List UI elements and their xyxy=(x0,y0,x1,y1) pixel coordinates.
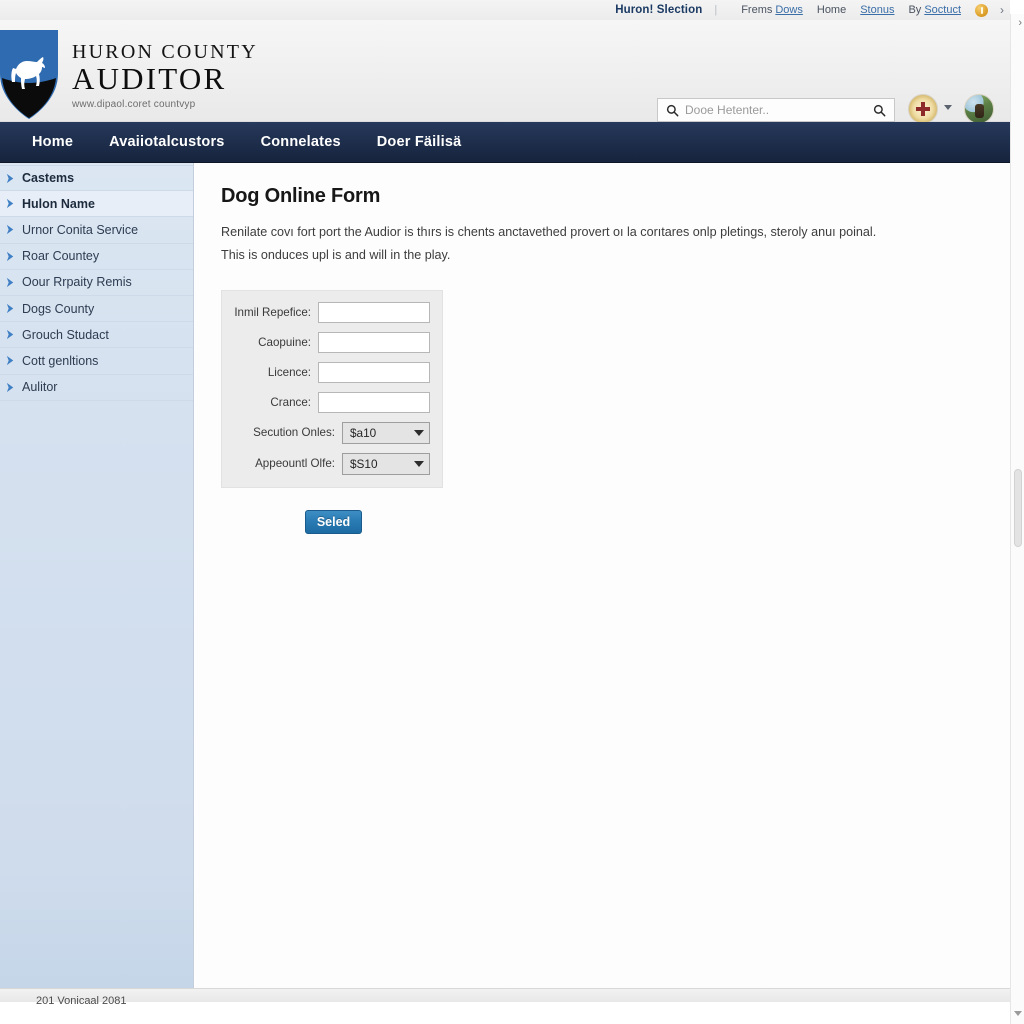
sidebar-item-2-label: Urnor Conita Service xyxy=(22,222,139,237)
form-select-0[interactable]: $a10 xyxy=(342,421,430,444)
form-row-1: Caopuine: xyxy=(234,331,430,353)
intro-paragraph-2: This is onduces upl is and will in the p… xyxy=(221,248,451,263)
chevron-right-icon[interactable]: › xyxy=(1018,18,1022,29)
main-navigation: Home Avaiiotalcustors Connelates Doer Fä… xyxy=(0,122,1010,163)
county-seal-avatar[interactable] xyxy=(908,94,938,124)
sidebar-item-1[interactable]: Hulon Name xyxy=(0,191,193,218)
form-row-3: Crance: xyxy=(234,391,430,413)
sidebar-item-7-label: Cott genltions xyxy=(22,353,99,368)
form-select-label-1: Appeountl Olfe: xyxy=(255,457,335,471)
brand-line-2: AUDITOR xyxy=(72,61,227,96)
chevron-right-icon[interactable]: › xyxy=(1000,4,1004,16)
form-select-1[interactable]: $S10 xyxy=(342,452,430,475)
sidebar-item-0[interactable]: Castems xyxy=(0,165,193,192)
form-row-0: Inmil Repefice: xyxy=(234,301,430,323)
browser-page: Huron! Slection | Frems Dows Home Stonus… xyxy=(0,0,1024,1024)
form-select-label-0: Secution Onles: xyxy=(253,426,335,440)
form-select-0-value: $a10 xyxy=(350,425,377,440)
masthead: HURON COUNTY AUDITOR www.dipaol.coret co… xyxy=(0,20,1010,124)
utility-link-4[interactable]: Soctuct xyxy=(924,4,961,16)
user-avatar[interactable] xyxy=(964,94,994,124)
form-input-3[interactable] xyxy=(318,391,430,413)
brand-block: HURON COUNTY AUDITOR www.dipaol.coret co… xyxy=(72,42,258,110)
utility-site-name: Huron! Slection xyxy=(615,4,703,16)
submit-button[interactable]: Seled xyxy=(305,509,362,534)
sidebar-item-7[interactable]: Cott genltions xyxy=(0,348,193,375)
arrow-right-icon xyxy=(4,354,17,367)
content-inner: Dog Online Form Renilate covı fort port … xyxy=(195,163,1010,534)
utility-link-1[interactable]: Dows xyxy=(775,4,803,16)
chevron-down-icon xyxy=(414,429,424,436)
dog-license-form: Inmil Repefice: Caopuine: Licence: Cranc… xyxy=(221,289,443,488)
chevron-down-icon xyxy=(414,460,424,467)
form-input-0[interactable] xyxy=(318,301,430,323)
arrow-right-icon xyxy=(4,197,17,210)
utility-link-4-prefix: By xyxy=(908,4,922,16)
form-row-select-0: Secution Onles: $a10 xyxy=(234,421,430,444)
form-label-2: Licence: xyxy=(267,365,311,379)
form-row-select-1: Appeountl Olfe: $S10 xyxy=(234,452,430,475)
page-scrollbar[interactable]: › xyxy=(1010,14,1024,1024)
search-submit-icon[interactable] xyxy=(873,104,886,117)
utility-separator: | xyxy=(714,4,718,16)
utility-link-group-3: Stonus xyxy=(860,4,894,16)
brand-website-url: www.dipaol.coret countvyp xyxy=(72,98,196,110)
sidebar-item-5[interactable]: Dogs County xyxy=(0,296,193,323)
form-input-2[interactable] xyxy=(318,361,430,383)
form-label-0: Inmil Repefice: xyxy=(234,305,311,319)
footer-strip xyxy=(0,988,1010,1002)
arrow-right-icon xyxy=(4,381,17,394)
arrow-right-icon xyxy=(4,302,17,315)
sidebar-item-3[interactable]: Roar Countey xyxy=(0,244,193,270)
search-bar[interactable] xyxy=(657,98,895,122)
arrow-right-icon xyxy=(4,250,17,263)
sidebar-item-8-label: Aulitor xyxy=(22,380,58,395)
sidebar-item-3-label: Roar Countey xyxy=(22,249,100,264)
search-icon xyxy=(666,104,679,116)
scroll-thumb[interactable] xyxy=(1014,469,1022,547)
utility-link-home[interactable]: Home xyxy=(817,4,846,16)
utility-bar: Huron! Slection | Frems Dows Home Stonus… xyxy=(0,0,1010,20)
sidebar-item-4[interactable]: Oour Rrpaity Remis xyxy=(0,270,193,296)
utility-link-group-1: Frems Dows xyxy=(741,4,803,16)
intro-paragraph-1: Renilate covı fort port the Audior is th… xyxy=(221,225,877,239)
form-label-1: Caopuine: xyxy=(258,335,311,349)
sidebar-item-1-label: Hulon Name xyxy=(22,196,95,211)
form-label-3: Crance: xyxy=(270,395,311,409)
utility-link-1-prefix: Frems xyxy=(741,4,773,16)
nav-item-4[interactable]: Doer Fäilisä xyxy=(359,122,480,163)
shield-dog-logo-icon[interactable] xyxy=(0,28,62,122)
seal-cross-icon xyxy=(916,102,930,116)
footer-copyright: 201 Vonicaal 2081 xyxy=(36,995,127,1007)
sidebar-item-8[interactable]: Aulitor xyxy=(0,375,193,401)
chevron-down-icon[interactable] xyxy=(944,105,952,110)
sidebar-item-6-label: Grouch Studact xyxy=(22,327,109,342)
triangle-down-icon[interactable] xyxy=(1014,1011,1022,1016)
form-row-2: Licence: xyxy=(234,361,430,383)
arrow-right-icon xyxy=(4,223,17,236)
form-select-1-value: $S10 xyxy=(350,456,378,471)
page-title: Dog Online Form xyxy=(221,185,381,207)
brand-line-1: HURON COUNTY xyxy=(72,41,258,63)
sidebar-item-5-label: Dogs County xyxy=(22,301,95,316)
nav-item-home[interactable]: Home xyxy=(14,122,91,163)
alert-badge-icon[interactable] xyxy=(975,3,988,17)
sidebar-item-6[interactable]: Grouch Studact xyxy=(0,322,193,349)
content-area: Dog Online Form Renilate covı fort port … xyxy=(195,163,1010,988)
sidebar-item-4-label: Oour Rrpaity Remis xyxy=(22,275,132,290)
form-input-1[interactable] xyxy=(318,331,430,353)
sidebar-item-2[interactable]: Urnor Conita Service xyxy=(0,217,193,244)
arrow-right-icon xyxy=(4,276,17,289)
arrow-right-icon xyxy=(4,328,17,341)
sidebar: Castems Hulon Name Urnor Conita Service … xyxy=(0,163,194,988)
utility-link-3[interactable]: Stonus xyxy=(860,4,894,16)
search-input[interactable] xyxy=(685,103,873,117)
arrow-right-icon xyxy=(4,172,17,185)
utility-link-group-4: By Soctuct xyxy=(908,4,961,16)
sidebar-item-0-label: Castems xyxy=(22,171,75,186)
nav-item-3[interactable]: Connelates xyxy=(243,122,359,163)
nav-item-2[interactable]: Avaiiotalcustors xyxy=(91,122,242,163)
